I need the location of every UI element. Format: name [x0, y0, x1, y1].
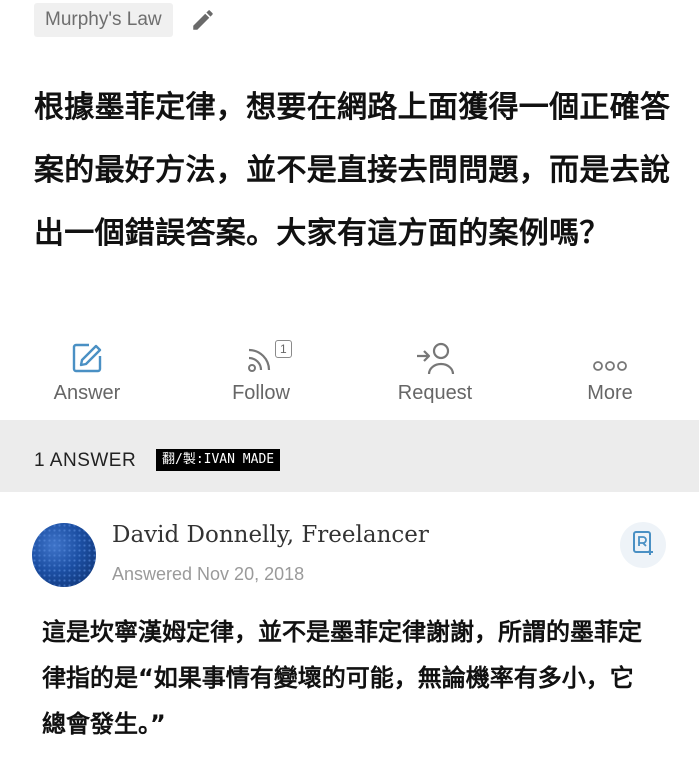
bookmark-button[interactable]	[620, 522, 666, 568]
edit-square-icon	[69, 336, 105, 376]
topic-tag[interactable]: Murphy's Law	[34, 3, 173, 37]
follow-button[interactable]: 1 Follow	[201, 336, 321, 405]
more-button[interactable]: More	[550, 336, 670, 405]
avatar[interactable]	[32, 523, 96, 587]
follow-label: Follow	[232, 382, 290, 404]
topic-bar: Murphy's Law	[34, 3, 219, 37]
answer-label: Answer	[53, 382, 121, 404]
answer-header: David Donnelly, Freelancer Answered Nov …	[0, 492, 699, 592]
rss-icon: 1	[243, 336, 292, 376]
pencil-icon[interactable]	[187, 4, 219, 36]
action-bar: Answer 1 Follow Request More	[0, 336, 699, 416]
credit-watermark: 翻/製:IVAN MADE	[156, 449, 281, 471]
author-name[interactable]: David Donnelly, Freelancer	[112, 522, 429, 548]
more-label: More	[587, 382, 633, 404]
request-label: Request	[397, 382, 473, 404]
answer-body: 這是坎寧漢姆定律，並不是墨菲定律謝謝，所謂的墨菲定律指的是“如果事情有變壞的可能…	[42, 618, 642, 738]
ellipsis-icon	[590, 336, 630, 376]
request-button[interactable]: Request	[375, 336, 495, 405]
question-title[interactable]: 根據墨菲定律，想要在網路上面獲得一個正確答案的最好方法，並不是直接去問問題，而是…	[34, 76, 674, 265]
answers-section-header: 1 ANSWER 翻/製:IVAN MADE	[0, 420, 699, 492]
add-user-icon	[415, 336, 455, 376]
follow-count-badge: 1	[275, 340, 292, 358]
bookmark-add-icon	[631, 530, 655, 560]
answer-count: 1 ANSWER	[34, 450, 137, 471]
answered-date[interactable]: Answered Nov 20, 2018	[112, 564, 304, 585]
answer-button[interactable]: Answer	[27, 336, 147, 405]
